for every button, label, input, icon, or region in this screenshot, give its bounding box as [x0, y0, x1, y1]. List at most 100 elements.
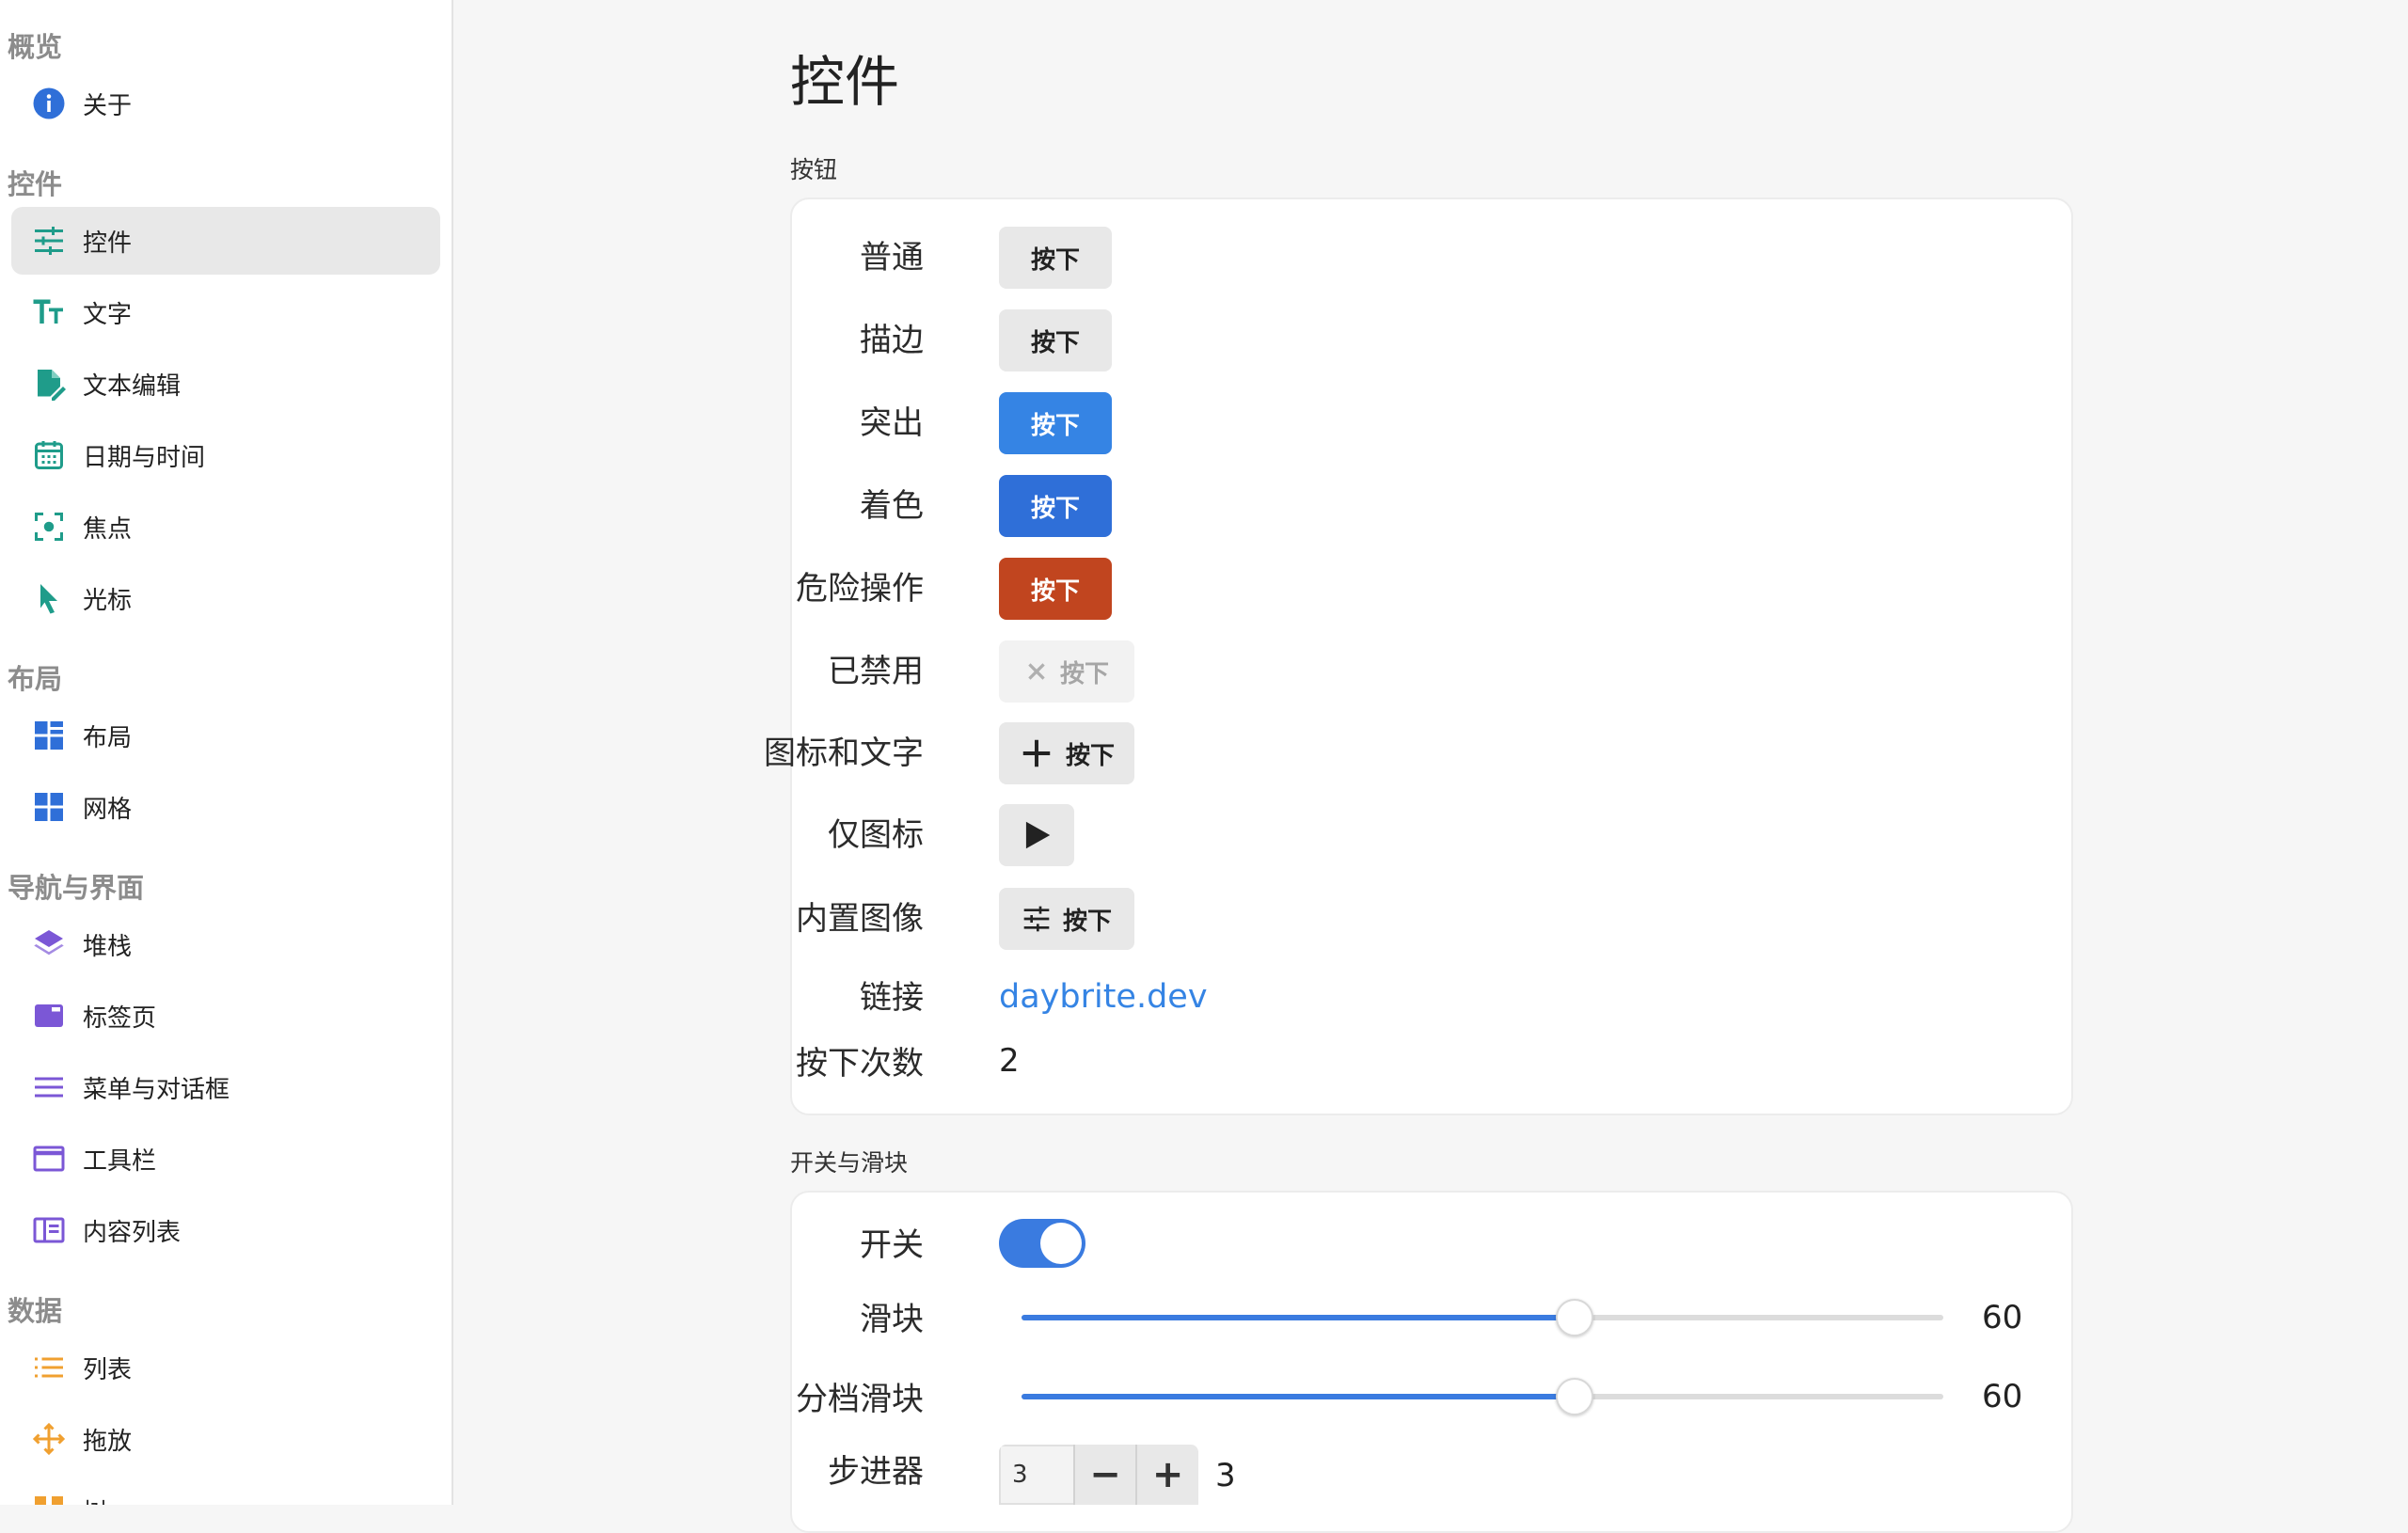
stepper-decrement-button[interactable]: − [1072, 1445, 1136, 1505]
sidebar: 概览 关于 控件 控件 文字 文本编辑 日期与时间 焦点 光标 布局 布局 网格… [0, 0, 453, 1505]
text-size-icon [30, 293, 68, 331]
section-title-layout: 布局 [8, 663, 63, 695]
info-icon [30, 85, 68, 122]
sidebar-item-date-time[interactable]: 日期与时间 [11, 421, 440, 489]
row-label-icon-only: 仅图标 [828, 816, 924, 854]
sidebar-item-toolbar[interactable]: 工具栏 [11, 1125, 440, 1193]
slider[interactable] [1022, 1299, 1943, 1336]
columns-icon [30, 1211, 68, 1249]
buttons-card [790, 198, 2073, 1115]
slider-thumb[interactable] [1556, 1378, 1593, 1415]
grid-icon [30, 788, 68, 826]
switches-card [790, 1191, 2073, 1533]
disabled-button: 按下 [999, 640, 1134, 703]
slider-value: 60 [1982, 1299, 2023, 1336]
sidebar-item-text[interactable]: 文字 [11, 278, 440, 346]
builtin-image-button-label: 按下 [1062, 907, 1112, 936]
row-label-builtin-image: 内置图像 [796, 900, 924, 938]
document-edit-icon [30, 365, 68, 403]
toggle-switch[interactable] [999, 1219, 1085, 1268]
group-title-switches-sliders: 开关与滑块 [790, 1149, 909, 1177]
sidebar-item-cursor[interactable]: 光标 [11, 564, 440, 632]
sidebar-item-label: 菜单与对话框 [83, 1075, 230, 1104]
sidebar-item-stack[interactable]: 堆栈 [11, 910, 440, 978]
sidebar-item-label: 网格 [83, 795, 133, 824]
sidebar-item-label: 关于 [83, 91, 133, 120]
sidebar-item-label: 内容列表 [83, 1218, 182, 1247]
row-label-accent: 着色 [860, 487, 924, 525]
row-label-stepped-slider: 分档滑块 [796, 1381, 924, 1418]
sidebar-item-label: 列表 [83, 1355, 133, 1384]
slider-fill [1022, 1315, 1575, 1320]
focus-icon [30, 508, 68, 545]
sidebar-item-widgets[interactable]: 控件 [11, 207, 440, 275]
sidebar-item-tabs[interactable]: 标签页 [11, 982, 440, 1050]
sidebar-item-tree[interactable]: 树 [11, 1477, 440, 1505]
sidebar-item-content-list[interactable]: 内容列表 [11, 1196, 440, 1264]
disabled-button-label: 按下 [1059, 659, 1109, 688]
row-label-outline: 描边 [860, 322, 924, 359]
website-link[interactable]: daybrite.dev [999, 976, 1208, 1018]
builtin-image-button[interactable]: 按下 [999, 888, 1134, 950]
plus-icon [1019, 735, 1054, 771]
sidebar-item-label: 拖放 [83, 1427, 133, 1456]
row-label-link: 链接 [860, 979, 924, 1017]
sidebar-item-label: 堆栈 [83, 932, 133, 961]
icon-only-button[interactable] [999, 804, 1074, 866]
press-count-value: 2 [999, 1042, 1020, 1080]
sliders-icon [30, 222, 68, 260]
row-label-slider: 滑块 [860, 1301, 924, 1338]
sidebar-item-drag-drop[interactable]: 拖放 [11, 1405, 440, 1473]
layers-icon [30, 925, 68, 963]
section-title-navigation: 导航与界面 [8, 872, 145, 904]
row-label-icon-text: 图标和文字 [764, 735, 924, 772]
sidebar-item-label: 焦点 [83, 514, 133, 544]
row-label-suggested: 突出 [860, 404, 924, 442]
page-title: 控件 [790, 50, 900, 114]
sliders-icon [1022, 904, 1052, 934]
sidebar-item-label: 控件 [83, 229, 133, 258]
sidebar-item-label: 日期与时间 [83, 443, 206, 472]
icon-text-button[interactable]: 按下 [999, 722, 1134, 784]
slider-fill [1022, 1394, 1575, 1399]
row-label-switch: 开关 [860, 1226, 924, 1264]
icon-text-button-label: 按下 [1065, 741, 1115, 770]
sidebar-item-layout[interactable]: 布局 [11, 702, 440, 769]
sidebar-item-grid[interactable]: 网格 [11, 773, 440, 841]
play-icon [1019, 817, 1054, 853]
sidebar-item-text-edit[interactable]: 文本编辑 [11, 350, 440, 418]
destructive-button[interactable]: 按下 [999, 558, 1112, 620]
sidebar-item-label: 树 [83, 1493, 107, 1506]
sidebar-item-label: 工具栏 [83, 1146, 157, 1176]
sidebar-item-label: 光标 [83, 586, 133, 615]
tree-icon [30, 1492, 68, 1505]
slider-thumb[interactable] [1556, 1299, 1593, 1336]
stepper-value: 3 [1215, 1457, 1236, 1494]
section-title-widgets: 控件 [8, 168, 63, 200]
stepped-slider[interactable] [1022, 1378, 1943, 1415]
stepper-input[interactable]: 3 [999, 1445, 1073, 1505]
sidebar-item-label: 文本编辑 [83, 371, 182, 401]
stepper: 3 − + [999, 1445, 1198, 1505]
group-title-buttons: 按钮 [790, 156, 838, 183]
suggested-button[interactable]: 按下 [999, 392, 1112, 454]
switch-knob [1040, 1223, 1082, 1264]
stepped-slider-value: 60 [1982, 1378, 2023, 1415]
tabs-icon [30, 997, 68, 1035]
layout-grid-icon [30, 717, 68, 754]
accent-button[interactable]: 按下 [999, 475, 1112, 537]
calendar-icon [30, 436, 68, 474]
sidebar-item-focus[interactable]: 焦点 [11, 493, 440, 561]
sidebar-item-label: 标签页 [83, 1004, 157, 1033]
sidebar-item-menus-dialogs[interactable]: 菜单与对话框 [11, 1053, 440, 1121]
row-label-normal: 普通 [860, 239, 924, 277]
sidebar-item-list[interactable]: 列表 [11, 1334, 440, 1401]
row-label-destructive: 危险操作 [796, 570, 924, 608]
stepper-increment-button[interactable]: + [1135, 1445, 1198, 1505]
cursor-icon [30, 579, 68, 617]
outline-button[interactable]: 按下 [999, 309, 1112, 371]
section-title-data: 数据 [8, 1295, 63, 1327]
sidebar-item-about[interactable]: 关于 [11, 70, 440, 137]
row-label-disabled: 已禁用 [828, 653, 924, 690]
normal-button[interactable]: 按下 [999, 227, 1112, 289]
